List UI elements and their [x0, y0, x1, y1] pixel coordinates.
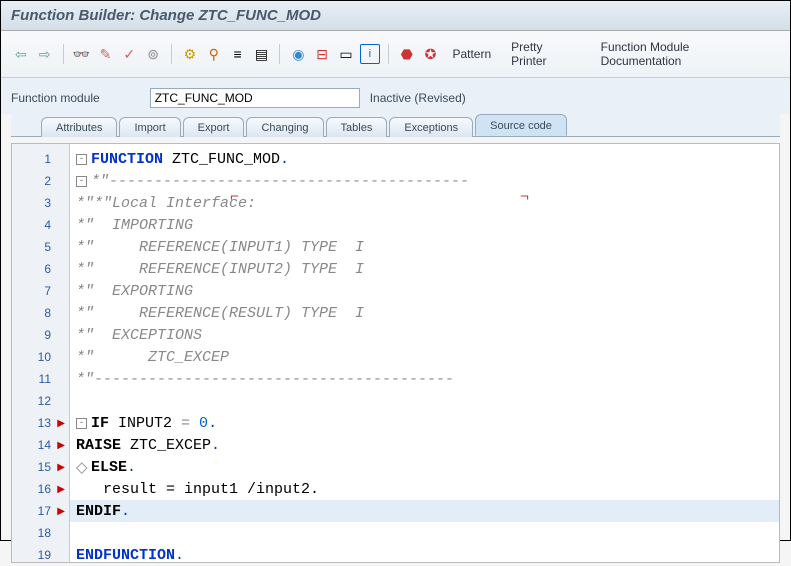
code-line: RAISE ZTC_EXCEP. [70, 434, 779, 456]
tab-import[interactable]: Import [119, 117, 180, 137]
info-icon[interactable]: i [360, 44, 380, 64]
function-module-input[interactable] [150, 88, 360, 108]
block-marker-icon: ⌐ [230, 189, 239, 206]
change-marker-icon: ▶ [57, 440, 65, 451]
nav-icon[interactable]: ▤ [252, 44, 272, 64]
code-line: *" REFERENCE(INPUT1) TYPE I [70, 236, 779, 258]
gutter-line: 8 [12, 302, 69, 324]
fold-icon[interactable]: - [76, 418, 87, 429]
separator [63, 44, 64, 64]
code-line: -IF INPUT2 = 0. [70, 412, 779, 434]
fold-icon[interactable]: - [76, 154, 87, 165]
tab-export[interactable]: Export [183, 117, 245, 137]
display-toggle-icon[interactable]: 👓 [72, 44, 92, 64]
stop-icon[interactable]: ⬣ [397, 44, 417, 64]
code-line: -FUNCTION ZTC_FUNC_MOD. [70, 148, 779, 170]
back-icon[interactable]: ⇦ [11, 44, 31, 64]
gutter-line: 1 [12, 148, 69, 170]
page-title: Function Builder: Change ZTC_FUNC_MOD [11, 7, 780, 24]
tab-exceptions[interactable]: Exceptions [389, 117, 473, 137]
code-area[interactable]: -FUNCTION ZTC_FUNC_MOD. -*"-------------… [70, 144, 779, 562]
set-del-icon[interactable]: ⊟ [312, 44, 332, 64]
gutter-line: 2 [12, 170, 69, 192]
gutter-line: 5 [12, 236, 69, 258]
block-marker-icon: ¬ [520, 189, 529, 206]
code-line: *" EXPORTING [70, 280, 779, 302]
check-icon[interactable]: ✓ [119, 44, 139, 64]
tab-changing[interactable]: Changing [246, 117, 323, 137]
gutter-line: 17▶ [12, 500, 69, 522]
code-line: ◇ELSE. [70, 456, 779, 478]
other-object-icon[interactable]: ✎ [96, 44, 116, 64]
gutter-line: 4 [12, 214, 69, 236]
gutter-line: 19 [12, 544, 69, 566]
toolbar: ⇦ ⇨ 👓 ✎ ✓ ⊚ ⚙ ⚲ ≡ ▤ ◉ ⊟ ▭ i ⬣ ✪ Pattern … [1, 31, 790, 78]
display-list-icon[interactable]: ≡ [228, 44, 248, 64]
fold-icon[interactable]: - [76, 176, 87, 187]
gutter-line: 3 [12, 192, 69, 214]
separator [279, 44, 280, 64]
pattern-button[interactable]: Pattern [444, 44, 499, 64]
line-gutter: 1 2 3 4 5 6 7 8 9 10 11 12 13▶ 14▶ 15▶ 1… [12, 144, 70, 562]
gutter-line: 16▶ [12, 478, 69, 500]
separator [388, 44, 389, 64]
code-line: *" REFERENCE(RESULT) TYPE I [70, 302, 779, 324]
gutter-line: 6 [12, 258, 69, 280]
breakpoint-icon[interactable]: ◉ [288, 44, 308, 64]
code-line: result = input1 /input2. [70, 478, 779, 500]
code-line: *" REFERENCE(INPUT2) TYPE I [70, 258, 779, 280]
code-line: *"--------------------------------------… [70, 368, 779, 390]
gutter-line: 10 [12, 346, 69, 368]
code-line: *"*"Local Interface:⌐¬ [70, 192, 779, 214]
tab-attributes[interactable]: Attributes [41, 117, 117, 137]
tabstrip: Attributes Import Export Changing Tables… [11, 114, 780, 137]
tab-tables[interactable]: Tables [326, 117, 388, 137]
gutter-line: 15▶ [12, 456, 69, 478]
code-line: ENDIF. [70, 500, 779, 522]
pretty-printer-button[interactable]: Pretty Printer [503, 37, 588, 71]
code-line: *" EXCEPTIONS [70, 324, 779, 346]
gutter-line: 7 [12, 280, 69, 302]
activate-icon[interactable]: ⊚ [143, 44, 163, 64]
code-editor[interactable]: 1 2 3 4 5 6 7 8 9 10 11 12 13▶ 14▶ 15▶ 1… [11, 143, 780, 563]
gutter-line: 9 [12, 324, 69, 346]
change-marker-icon: ▶ [57, 462, 65, 473]
code-line: -*"-------------------------------------… [70, 170, 779, 192]
code-line: *" IMPORTING [70, 214, 779, 236]
info-row: Function module Inactive (Revised) [1, 78, 790, 114]
code-line: *" ZTC_EXCEP [70, 346, 779, 368]
separator [171, 44, 172, 64]
gutter-line: 11 [12, 368, 69, 390]
change-marker-icon: ▶ [57, 506, 65, 517]
where-used-icon[interactable]: ⚲ [204, 44, 224, 64]
function-module-label: Function module [11, 91, 100, 105]
title-bar: Function Builder: Change ZTC_FUNC_MOD [1, 1, 790, 31]
change-marker-icon: ▶ [57, 418, 65, 429]
execute-icon[interactable]: ⚙ [180, 44, 200, 64]
change-marker-icon: ▶ [57, 484, 65, 495]
gutter-line: 14▶ [12, 434, 69, 456]
gutter-line: 13▶ [12, 412, 69, 434]
module-docs-button[interactable]: Function Module Documentation [593, 37, 780, 71]
code-line: ENDFUNCTION. [70, 544, 779, 562]
status-text: Inactive (Revised) [370, 91, 466, 105]
abap-help-icon[interactable]: ✪ [421, 44, 441, 64]
layout-icon[interactable]: ▭ [336, 44, 356, 64]
code-line [70, 390, 779, 412]
gutter-line: 12 [12, 390, 69, 412]
forward-icon[interactable]: ⇨ [35, 44, 55, 64]
tab-source-code[interactable]: Source code [475, 114, 567, 136]
